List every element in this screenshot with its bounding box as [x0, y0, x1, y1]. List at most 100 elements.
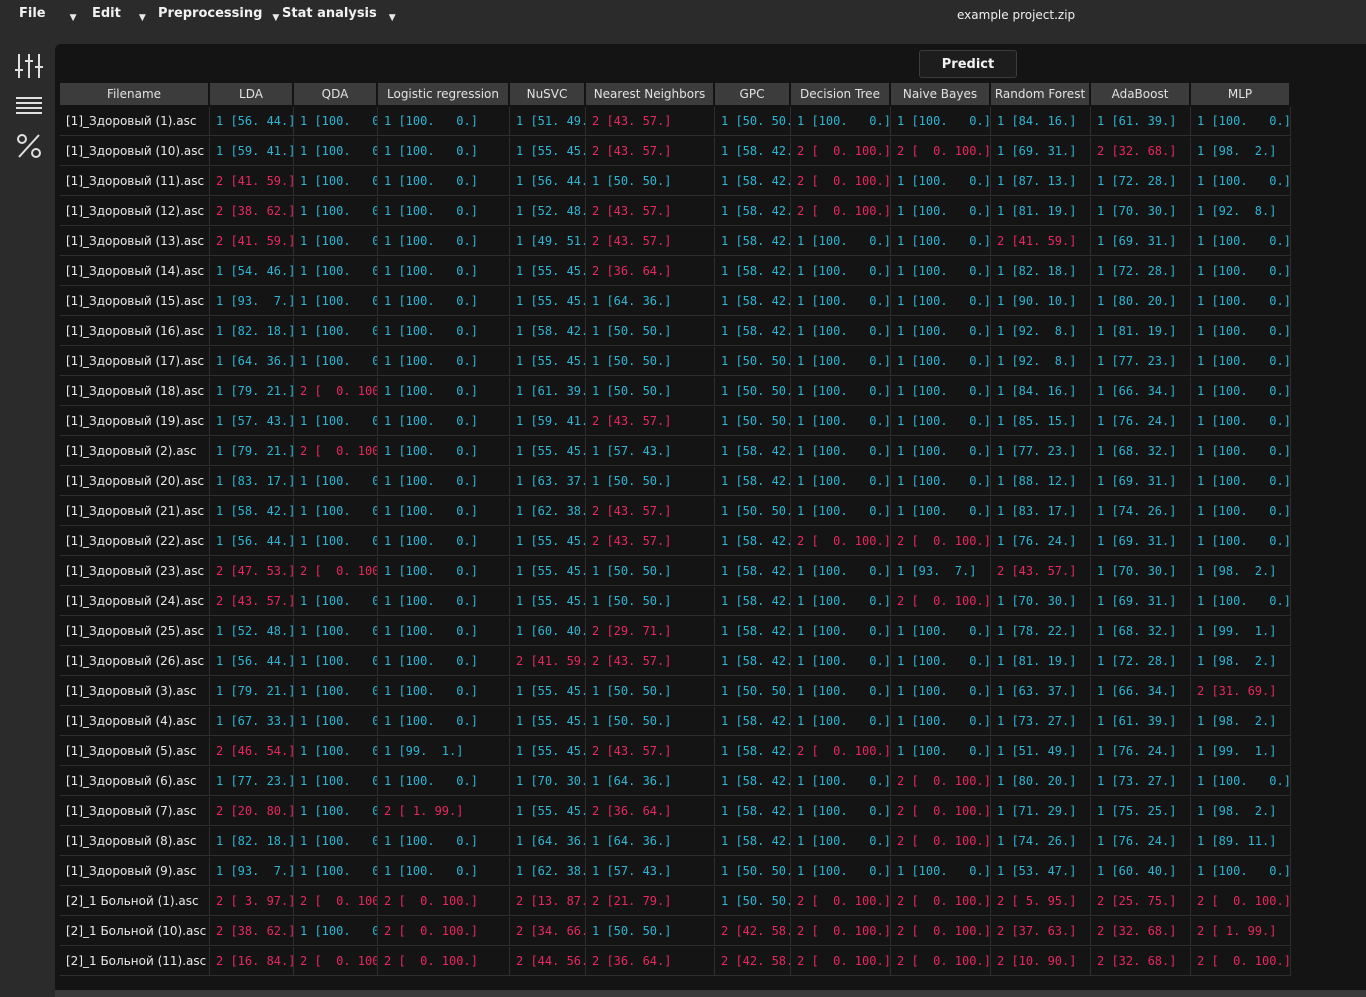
horizontal-scrollbar[interactable]	[55, 990, 1366, 997]
prediction-cell: 1 [50. 50.]	[715, 677, 791, 706]
prediction-cell: 2 [ 3. 97.]	[210, 887, 294, 916]
table-row[interactable]: [2]_1 Больной (11).asc 2 [16. 84.] 2 [ 0. …	[60, 947, 1292, 976]
filename-cell: [2]_1 Больной (10).asc	[60, 917, 210, 946]
column-header[interactable]: LDA	[210, 83, 294, 105]
table-row[interactable]: [1]_Здоровый (1).asc1 [56. 44.]1 [100. 0…	[60, 107, 1292, 136]
prediction-cell: 1 [100. 0.]	[294, 857, 378, 886]
column-header[interactable]: GPC	[715, 83, 791, 105]
predict-button[interactable]: Predict	[919, 50, 1017, 78]
table-row[interactable]: [1]_Здоровый (2).asc 1 [79. 21.] 2 [ 0. 10…	[60, 437, 1292, 466]
table-row[interactable]: [1]_Здоровый (8).asc1 [82. 18.]1 [100. 0…	[60, 827, 1292, 856]
prediction-cell: 1 [58. 42.]	[715, 707, 791, 736]
menu-preprocessing[interactable]: Preprocessing ▼	[158, 6, 279, 23]
table-row[interactable]: [1]_Здоровый (14).asc 1 [54. 46.] 1 [100. …	[60, 257, 1292, 286]
table-row[interactable]: [1]_Здоровый (12).asc 2 [38. 62.] 1 [100. …	[60, 197, 1292, 226]
column-header[interactable]: NuSVC	[510, 83, 586, 105]
table-row[interactable]: [1]_Здоровый (20).asc 1 [83. 17.] 1 [100. …	[60, 467, 1292, 496]
prediction-cell: 1 [100. 0.]	[791, 557, 891, 586]
prediction-cell: 1 [100. 0.]	[791, 497, 891, 526]
prediction-cell: 2 [ 0. 100.]	[891, 917, 991, 946]
prediction-cell: 1 [100. 0.]	[891, 407, 991, 436]
table-row[interactable]: [1]_Здоровый (4).asc1 [67. 33.]1 [100. 0…	[60, 707, 1292, 736]
prediction-cell: 1 [100. 0.]	[378, 647, 510, 676]
prediction-cell: 1 [57. 43.]	[210, 407, 294, 436]
column-header[interactable]: Random Forest	[991, 83, 1091, 105]
list-icon[interactable]	[14, 91, 44, 121]
table-row[interactable]: [1]_Здоровый (9).asc1 [93. 7.]1 [100. 0.…	[60, 857, 1292, 886]
prediction-cell: 2 [41. 59.]	[210, 167, 294, 196]
prediction-cell: 2 [29. 71.]	[586, 617, 715, 646]
prediction-cell: 1 [100. 0.]	[294, 527, 378, 556]
table-row[interactable]: [1]_Здоровый (6).asc1 [77. 23.]1 [100. 0…	[60, 767, 1292, 796]
table-row[interactable]: [1]_Здоровый (26).asc 1 [56. 44.] 1 [100. …	[60, 647, 1292, 676]
percent-icon[interactable]	[14, 131, 44, 161]
prediction-cell: 1 [70. 30.]	[991, 587, 1091, 616]
menu-file[interactable]: File ▼	[19, 6, 77, 23]
filename-cell: [1]_Здоровый (23).asc	[60, 557, 210, 586]
table-row[interactable]: [2]_1 Больной (1).asc 2 [ 3. 97.] 2 [ 0. 1…	[60, 887, 1292, 916]
column-header[interactable]: Decision Tree	[791, 83, 891, 105]
table-row[interactable]: [1]_Здоровый (5).asc2 [46. 54.]1 [100. 0…	[60, 737, 1292, 766]
prediction-cell: 2 [41. 59.]	[991, 227, 1091, 256]
prediction-cell: 1 [69. 31.]	[1091, 227, 1191, 256]
prediction-cell: 1 [50. 50.]	[586, 347, 715, 376]
column-header[interactable]: Logistic regression	[378, 83, 510, 105]
table-row[interactable]: [1]_Здоровый (11).asc 2 [41. 59.] 1 [100. …	[60, 167, 1292, 196]
column-header[interactable]: Filename	[60, 83, 210, 105]
prediction-cell: 1 [50. 50.]	[586, 377, 715, 406]
column-header[interactable]: Naive Bayes	[891, 83, 991, 105]
prediction-cell: 1 [69. 31.]	[1091, 587, 1191, 616]
prediction-cell: 1 [58. 42.]	[210, 497, 294, 526]
prediction-cell: 2 [21. 79.]	[586, 887, 715, 916]
prediction-cell: 1 [100. 0.]	[1191, 377, 1291, 406]
prediction-cell: 1 [56. 44.]	[210, 527, 294, 556]
table-row[interactable]: [1]_Здоровый (24).asc 2 [43. 57.] 1 [100. …	[60, 587, 1292, 616]
table-row[interactable]: [1]_Здоровый (23).asc 2 [47. 53.] 2 [ 0. 1…	[60, 557, 1292, 586]
filename-cell: [1]_Здоровый (16).asc	[60, 317, 210, 346]
chevron-down-icon: ▼	[388, 13, 396, 23]
table-row[interactable]: [1]_Здоровый (25).asc 1 [52. 48.] 1 [100. …	[60, 617, 1292, 646]
prediction-cell: 1 [100. 0.]	[791, 377, 891, 406]
prediction-cell: 2 [32. 68.]	[1091, 137, 1191, 166]
column-header[interactable]: MLP	[1191, 83, 1291, 105]
column-header[interactable]: Nearest Neighbors	[586, 83, 715, 105]
table-row[interactable]: [1]_Здоровый (15).asc1 [93. 7.]1 [100. 0…	[60, 287, 1292, 316]
prediction-cell: 1 [71. 29.]	[991, 797, 1091, 826]
prediction-cell: 1 [100. 0.]	[791, 587, 891, 616]
table-row[interactable]: [1]_Здоровый (10).asc 1 [59. 41.] 1 [100. …	[60, 137, 1292, 166]
menu-edit[interactable]: Edit ▼	[92, 6, 146, 23]
prediction-cell: 1 [100. 0.]	[791, 797, 891, 826]
prediction-cell: 1 [55. 45.]	[510, 437, 586, 466]
table-row[interactable]: [1]_Здоровый (21).asc 1 [58. 42.] 1 [100. …	[60, 497, 1292, 526]
filename-cell: [1]_Здоровый (18).asc	[60, 377, 210, 406]
prediction-cell: 1 [100. 0.]	[294, 227, 378, 256]
prediction-cell: 1 [56. 44.]	[210, 107, 294, 136]
table-row[interactable]: [2]_1 Больной (10).asc 2 [38. 62.] 1 [100.…	[60, 917, 1292, 946]
prediction-cell: 1 [100. 0.]	[294, 827, 378, 856]
column-header[interactable]: AdaBoost	[1091, 83, 1191, 105]
prediction-cell: 1 [100. 0.]	[294, 917, 378, 946]
column-header[interactable]: QDA	[294, 83, 378, 105]
prediction-cell: 1 [100. 0.]	[791, 437, 891, 466]
table-row[interactable]: [1]_Здоровый (7).asc2 [20. 80.]1 [100. 0…	[60, 797, 1292, 826]
prediction-cell: 1 [100. 0.]	[378, 407, 510, 436]
table-row[interactable]: [1]_Здоровый (3).asc1 [79. 21.]1 [100. 0…	[60, 677, 1292, 706]
prediction-cell: 2 [43. 57.]	[586, 227, 715, 256]
menu-stat-analysis-label: Stat analysis	[282, 6, 377, 21]
prediction-cell: 1 [89. 11.]	[1191, 827, 1291, 856]
sliders-icon[interactable]	[14, 51, 44, 81]
table-row[interactable]: [1]_Здоровый (22).asc 1 [56. 44.] 1 [100. …	[60, 527, 1292, 556]
prediction-cell: 1 [79. 21.]	[210, 377, 294, 406]
prediction-cell: 1 [50. 50.]	[586, 317, 715, 346]
table-row[interactable]: [1]_Здоровый (18).asc 1 [79. 21.] 2 [ 0. 1…	[60, 377, 1292, 406]
menu-stat-analysis[interactable]: Stat analysis ▼	[282, 6, 396, 23]
table-row[interactable]: [1]_Здоровый (17).asc 1 [64. 36.] 1 [100. …	[60, 347, 1292, 376]
prediction-cell: 2 [ 0. 100.]	[891, 797, 991, 826]
table-row[interactable]: [1]_Здоровый (13).asc 2 [41. 59.] 1 [100. …	[60, 227, 1292, 256]
prediction-cell: 2 [43. 57.]	[586, 737, 715, 766]
filename-cell: [2]_1 Больной (1).asc	[60, 887, 210, 916]
prediction-cell: 1 [100. 0.]	[378, 497, 510, 526]
table-row[interactable]: [1]_Здоровый (16).asc 1 [82. 18.] 1 [100. …	[60, 317, 1292, 346]
table-row[interactable]: [1]_Здоровый (19).asc 1 [57. 43.] 1 [100. …	[60, 407, 1292, 436]
prediction-cell: 1 [100. 0.]	[891, 317, 991, 346]
